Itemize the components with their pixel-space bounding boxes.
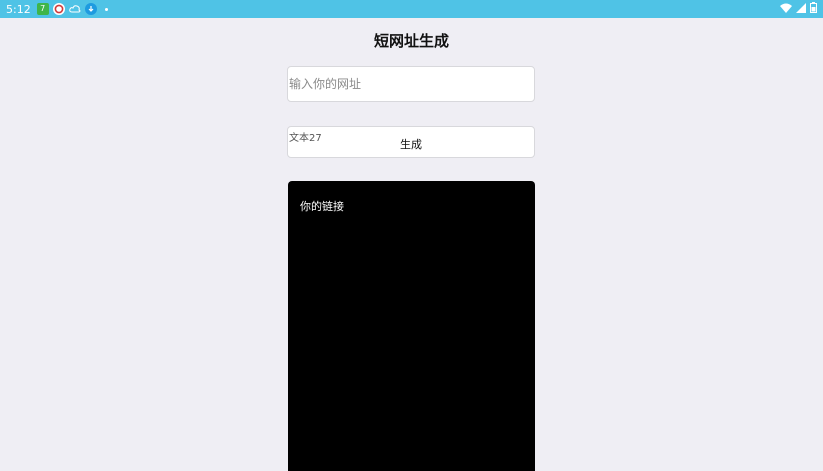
red-app-icon	[52, 3, 65, 15]
wifi-icon	[780, 3, 792, 16]
status-left: 5:12 7	[6, 3, 108, 16]
result-link-text: 你的链接	[300, 200, 344, 213]
generate-button[interactable]: 文本27 生成	[287, 126, 535, 158]
status-time: 5:12	[6, 2, 31, 16]
status-bar: 5:12 7	[0, 0, 823, 18]
download-icon	[84, 3, 97, 15]
result-panel: 你的链接	[288, 181, 535, 471]
signal-icon	[796, 2, 806, 16]
generate-button-label: 生成	[400, 138, 422, 151]
battery-icon	[810, 2, 817, 16]
url-input[interactable]	[287, 66, 535, 102]
cloud-icon	[68, 3, 81, 15]
green-app-icon: 7	[36, 3, 49, 15]
page-title: 短网址生成	[373, 32, 449, 50]
status-right	[780, 2, 817, 16]
main-page: 短网址生成 文本27 生成 你的链接	[0, 18, 823, 471]
more-notifications-dot	[104, 7, 108, 11]
